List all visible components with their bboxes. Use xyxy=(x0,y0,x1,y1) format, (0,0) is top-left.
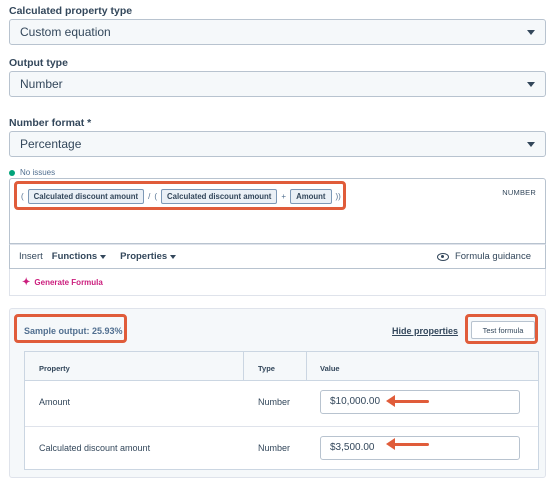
hide-properties-link[interactable]: Hide properties xyxy=(392,326,458,336)
divide-operator: / xyxy=(148,192,151,201)
functions-menu-label: Functions xyxy=(51,251,98,262)
arrow-left-icon xyxy=(386,438,429,450)
formula-guidance-label: Formula guidance xyxy=(454,251,531,262)
generate-formula-button[interactable]: Generate Formula xyxy=(34,278,102,287)
insert-label: Insert xyxy=(19,251,43,262)
table-row: Amount Number $10,000.00 xyxy=(25,381,538,426)
calculated-property-type-value: Custom equation xyxy=(20,25,111,39)
table-header: Property Type Value xyxy=(25,352,538,381)
row-property: Calculated discount amount xyxy=(39,443,151,453)
test-formula-panel: Sample output: 25.93% Hide properties Te… xyxy=(9,308,546,478)
table-row: Calculated discount amount Number $3,500… xyxy=(25,426,538,471)
output-type-value: Number xyxy=(20,77,63,91)
output-type-label: Output type xyxy=(9,57,68,69)
row-property: Amount xyxy=(39,397,71,407)
formula-expression[interactable]: ( Calculated discount amount / ( Calcula… xyxy=(16,184,346,209)
caret-down-icon xyxy=(100,254,107,259)
close-parens: )) xyxy=(335,192,341,201)
number-format-label: Number format * xyxy=(9,117,92,129)
amount-value: $10,000.00 xyxy=(330,396,381,407)
caret-down-icon xyxy=(170,254,177,259)
header-property: Property xyxy=(39,364,70,373)
status-dot-icon xyxy=(9,169,15,176)
result-type-tag: NUMBER xyxy=(502,188,536,197)
formula-token-amount[interactable]: Amount xyxy=(290,189,332,204)
formula-token-calculated-discount-amount[interactable]: Calculated discount amount xyxy=(160,189,278,204)
number-format-select[interactable]: Percentage xyxy=(9,131,546,157)
output-type-select[interactable]: Number xyxy=(9,71,546,97)
chevron-down-icon xyxy=(527,30,535,35)
header-type: Type xyxy=(258,364,275,373)
formula-token-calculated-discount-amount[interactable]: Calculated discount amount xyxy=(27,189,145,204)
open-paren: ( xyxy=(154,192,157,201)
calculated-discount-value-input[interactable]: $3,500.00 xyxy=(320,436,520,460)
generate-formula-row: ✦ Generate Formula xyxy=(9,269,546,296)
calculated-discount-value: $3,500.00 xyxy=(330,442,375,453)
number-format-value: Percentage xyxy=(20,137,82,151)
eye-icon xyxy=(436,252,449,261)
formula-guidance-link[interactable]: Formula guidance xyxy=(436,251,531,262)
column-divider xyxy=(243,352,244,381)
plus-operator: + xyxy=(281,192,287,201)
chevron-down-icon xyxy=(527,142,535,147)
arrow-left-icon xyxy=(386,395,429,407)
test-formula-button[interactable]: Test formula xyxy=(471,321,535,339)
sparkle-icon: ✦ xyxy=(22,276,31,288)
functions-menu[interactable]: Functions xyxy=(51,251,107,262)
properties-menu[interactable]: Properties xyxy=(120,251,177,262)
formula-editor[interactable]: ( Calculated discount amount / ( Calcula… xyxy=(9,178,546,244)
formula-toolbar: Insert Functions Properties Formula guid… xyxy=(9,244,546,269)
properties-menu-label: Properties xyxy=(120,251,168,262)
formula-status: No issues xyxy=(9,168,55,177)
formula-status-text: No issues xyxy=(20,168,56,177)
sample-output: Sample output: 25.93% xyxy=(24,326,123,336)
calculated-property-type-select[interactable]: Custom equation xyxy=(9,19,546,45)
test-properties-table: Property Type Value Amount Number $10,00… xyxy=(24,351,539,470)
row-type: Number xyxy=(258,397,291,407)
row-type: Number xyxy=(258,443,291,453)
chevron-down-icon xyxy=(527,82,535,87)
open-paren: ( xyxy=(21,192,24,201)
header-value: Value xyxy=(320,364,340,373)
column-divider xyxy=(306,352,307,381)
calculated-property-type-label: Calculated property type xyxy=(9,5,133,17)
